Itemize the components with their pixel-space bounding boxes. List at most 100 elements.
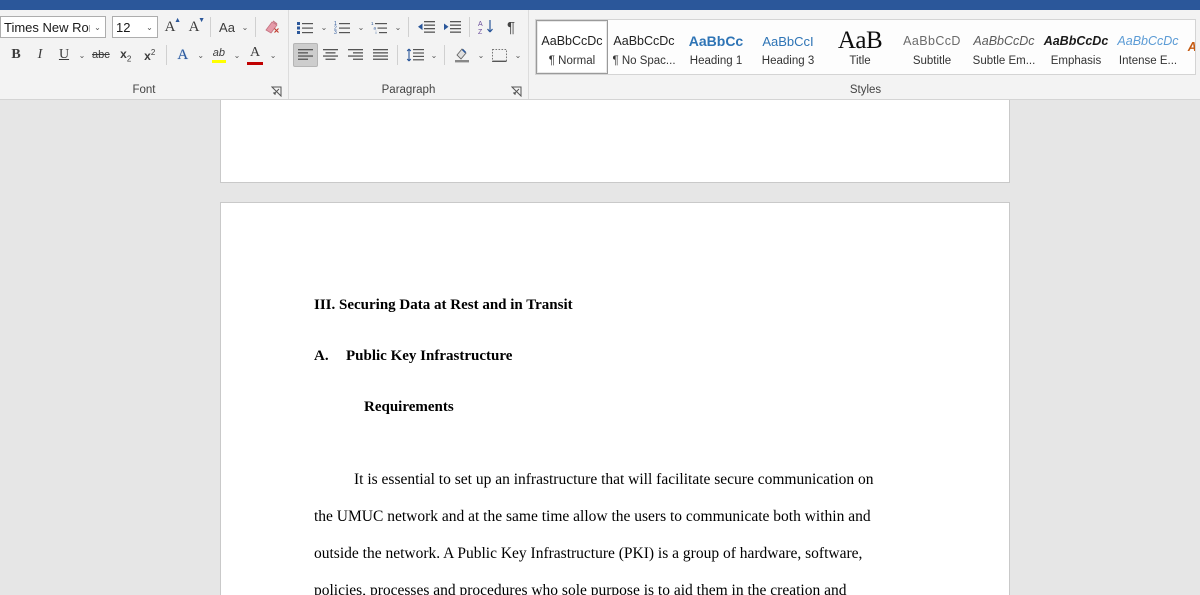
sort-button[interactable]: A Z — [474, 15, 499, 39]
multilevel-list-dropdown-arrow[interactable]: ⌄ — [392, 16, 404, 38]
bold-button[interactable]: B — [4, 43, 28, 67]
text-highlight-button[interactable]: ab — [207, 43, 231, 67]
sort-az-icon: A Z — [478, 19, 495, 35]
superscript-button[interactable]: x2 — [138, 43, 162, 67]
numbered-list-button[interactable]: 1 2 3 — [330, 15, 355, 39]
subscript-button[interactable]: x2 — [114, 43, 138, 67]
font-name-value: Times New Roma — [4, 19, 90, 35]
font-dialog-launcher[interactable] — [271, 86, 282, 97]
bullet-list-button[interactable] — [293, 15, 318, 39]
svg-text:3: 3 — [334, 30, 337, 35]
paragraph-group-row-2: ⌄ ⌄ ⌄ — [293, 41, 524, 69]
body-line-1: It is essential to set up an infrastruct… — [314, 471, 874, 489]
document-page-current[interactable]: III. Securing Data at Rest and in Transi… — [220, 202, 1010, 595]
text-effects-button[interactable]: A — [171, 43, 195, 67]
shading-icon — [453, 47, 471, 63]
style-item[interactable]: AaBbCcD Subtitle — [896, 20, 968, 74]
style-item[interactable]: AaBbCcDc ¶ No Spac... — [608, 20, 680, 74]
style-name-label: Subtitle — [912, 55, 952, 67]
style-name-label: ¶ No Spac... — [612, 55, 676, 67]
align-right-button[interactable] — [343, 43, 368, 67]
strikethrough-button[interactable]: abc — [88, 43, 114, 67]
increase-indent-button[interactable] — [439, 15, 465, 39]
styles-gallery[interactable]: AaBbCcDc ¶ Normal AaBbCcDc ¶ No Spac... AaBb… — [535, 19, 1196, 75]
align-left-icon — [297, 48, 314, 62]
document-page-previous — [220, 100, 1010, 183]
font-name-dropdown-arrow[interactable]: ⌄ — [90, 23, 105, 32]
bullet-list-dropdown-arrow[interactable]: ⌄ — [318, 16, 330, 38]
style-name-label: ¶ Normal — [548, 55, 596, 67]
style-preview-text: AaBbCcDc — [1043, 34, 1109, 48]
decrease-indent-button[interactable] — [413, 15, 439, 39]
font-size-dropdown-arrow[interactable]: ⌄ — [142, 23, 157, 32]
change-case-label: Aa — [219, 19, 235, 35]
style-preview-text: AaBbCcDc — [541, 34, 603, 48]
change-case-button[interactable]: Aa — [215, 15, 239, 39]
change-case-dropdown-arrow[interactable]: ⌄ — [239, 16, 251, 38]
font-name-input[interactable]: Times New Roma ⌄ — [0, 16, 106, 38]
show-formatting-marks-button[interactable]: ¶ — [499, 15, 523, 39]
style-name-label: Heading 3 — [761, 55, 815, 67]
style-item[interactable]: AaBbCcDc ¶ Normal — [536, 20, 608, 74]
grow-font-button[interactable]: A ▲ — [158, 15, 182, 39]
ribbon: Times New Roma ⌄ 12 ⌄ A ▲ A ▼ Aa — [0, 10, 1200, 100]
text-highlight-dropdown-arrow[interactable]: ⌄ — [231, 44, 243, 66]
underline-label: U — [58, 47, 70, 62]
borders-icon — [491, 48, 508, 63]
font-color-dropdown-arrow[interactable]: ⌄ — [267, 44, 279, 66]
pilcrow-icon: ¶ — [506, 18, 516, 36]
paragraph-dialog-launcher[interactable] — [511, 86, 522, 97]
font-size-input[interactable]: 12 ⌄ — [112, 16, 158, 38]
clear-formatting-button[interactable] — [260, 15, 284, 39]
ribbon-group-styles: AaBbCcDc ¶ Normal AaBbCcDc ¶ No Spac... AaBb… — [529, 10, 1200, 99]
shading-button[interactable] — [449, 43, 475, 67]
justify-button[interactable] — [368, 43, 393, 67]
body-line-2: the UMUC network and at the same time al… — [314, 508, 871, 525]
style-name-label: Heading 1 — [689, 55, 743, 67]
heading-subsection-letter: A. — [314, 348, 329, 364]
divider — [469, 17, 470, 37]
numbered-list-dropdown-arrow[interactable]: ⌄ — [355, 16, 367, 38]
superscript-index: 2 — [150, 47, 156, 57]
shading-dropdown-arrow[interactable]: ⌄ — [475, 44, 487, 66]
shrink-font-button[interactable]: A ▼ — [182, 15, 206, 39]
style-preview-text: AaBbCcDc — [613, 34, 675, 48]
underline-button[interactable]: U — [52, 43, 76, 67]
align-center-icon — [322, 48, 339, 62]
font-group-row-1: Times New Roma ⌄ 12 ⌄ A ▲ A ▼ Aa — [0, 13, 284, 41]
document-canvas[interactable]: III. Securing Data at Rest and in Transi… — [0, 100, 1200, 595]
style-item[interactable]: AaBbCcDc Intense E... — [1112, 20, 1184, 74]
increase-indent-icon — [443, 20, 461, 35]
divider — [210, 17, 211, 37]
subscript-base: x — [120, 46, 127, 61]
multilevel-list-button[interactable]: 1 a i — [367, 15, 392, 39]
text-effects-dropdown-arrow[interactable]: ⌄ — [195, 44, 207, 66]
underline-dropdown-arrow[interactable]: ⌄ — [76, 44, 88, 66]
style-item[interactable]: AaBbCcDc — [1184, 20, 1196, 74]
style-preview-text: AaBbCcDc — [1117, 34, 1179, 48]
style-name-label: Subtle Em... — [972, 55, 1036, 67]
style-item[interactable]: AaBbCс Heading 1 — [680, 20, 752, 74]
italic-button[interactable]: I — [28, 43, 52, 67]
style-preview-text: AaBbCcDc — [973, 34, 1035, 48]
font-size-value: 12 — [116, 19, 131, 35]
style-item[interactable]: AaBbCcDc Emphasis — [1040, 20, 1112, 74]
style-item[interactable]: AaB Title — [824, 20, 896, 74]
styles-group-label: Styles — [849, 84, 882, 96]
line-spacing-dropdown-arrow[interactable]: ⌄ — [428, 44, 440, 66]
align-center-button[interactable] — [318, 43, 343, 67]
font-color-button[interactable]: A — [243, 43, 267, 67]
style-item[interactable]: AaBbCcI Heading 3 — [752, 20, 824, 74]
style-item[interactable]: AaBbCcDc Subtle Em... — [968, 20, 1040, 74]
clear-formatting-icon — [264, 19, 280, 35]
style-preview-text: AaBbCс — [688, 33, 744, 49]
style-preview-text: AaBbCcDc — [1187, 40, 1196, 54]
borders-button[interactable] — [487, 43, 512, 67]
body-line-3: outside the network. A Public Key Infras… — [314, 545, 863, 562]
borders-dropdown-arrow[interactable]: ⌄ — [512, 44, 524, 66]
svg-text:Z: Z — [478, 29, 483, 35]
font-group-label: Font — [132, 84, 156, 96]
align-right-icon — [347, 48, 364, 62]
line-spacing-button[interactable] — [402, 43, 428, 67]
align-left-button[interactable] — [293, 43, 318, 67]
